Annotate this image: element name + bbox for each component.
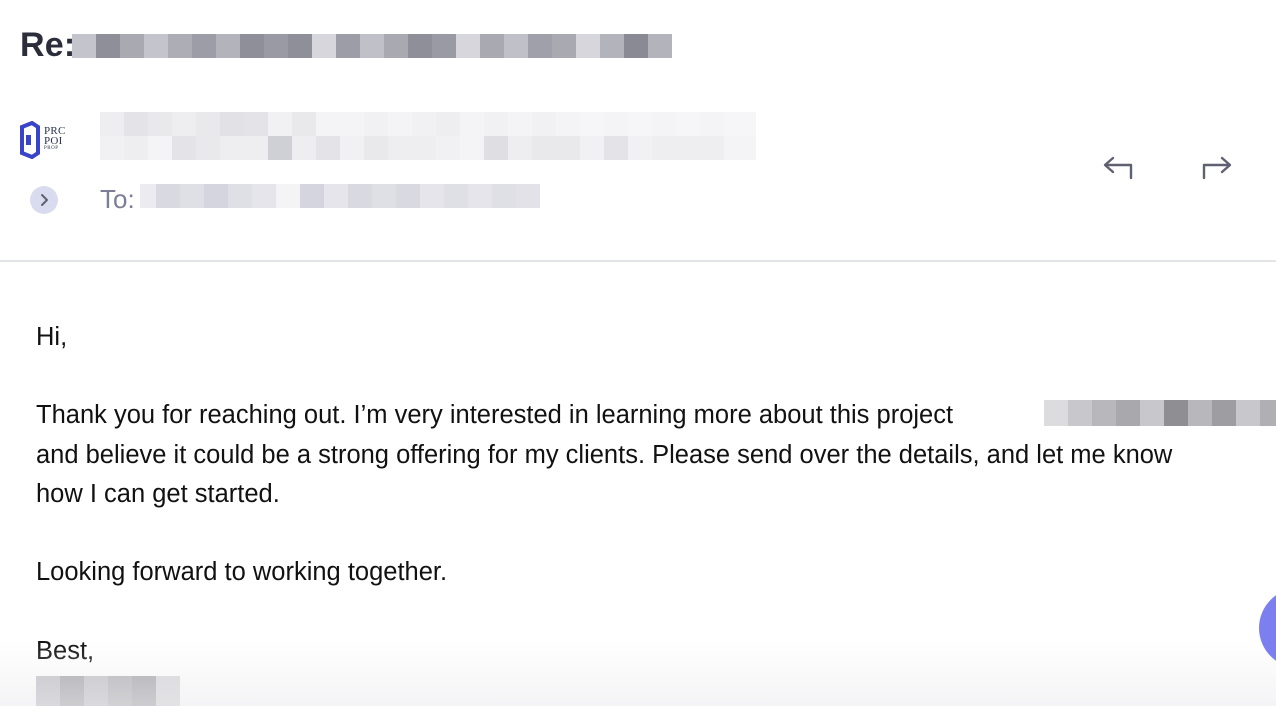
- logo-text: PRC POI PROP: [44, 125, 66, 152]
- email-body-line-1: Thank you for reaching out. I’m very int…: [36, 401, 954, 429]
- sender-redacted: [100, 112, 756, 136]
- signature-redacted: [36, 676, 180, 706]
- bottom-fade: [0, 640, 1276, 706]
- header-divider: [0, 260, 1276, 262]
- logo-mark-icon: [20, 121, 40, 159]
- project-name-redacted: [1044, 400, 1276, 426]
- sender-email-redacted: [100, 136, 756, 160]
- email-body-line-2: and believe it could be a strong offerin…: [36, 441, 1173, 469]
- forward-button[interactable]: [1196, 152, 1236, 184]
- email-view: Re: PRC POI PROP To: Hi, Thank you for r…: [0, 0, 1276, 706]
- chevron-right-icon: [41, 194, 48, 206]
- recipients-redacted: [140, 184, 540, 208]
- email-signoff: Best,: [36, 637, 95, 665]
- subject-prefix: Re:: [20, 26, 76, 64]
- email-greeting: Hi,: [36, 323, 68, 351]
- email-closing: Looking forward to working together.: [36, 558, 448, 586]
- reply-arrow-icon: [1103, 156, 1133, 180]
- floating-action-button[interactable]: [1259, 588, 1276, 668]
- subject-redacted: [72, 34, 672, 58]
- expand-recipients-button[interactable]: [30, 186, 58, 214]
- sender-logo: PRC POI PROP: [20, 120, 68, 160]
- to-label: To:: [100, 184, 135, 214]
- email-body-line-3: how I can get started.: [36, 480, 280, 508]
- reply-button[interactable]: [1099, 152, 1139, 184]
- forward-arrow-icon: [1202, 156, 1232, 180]
